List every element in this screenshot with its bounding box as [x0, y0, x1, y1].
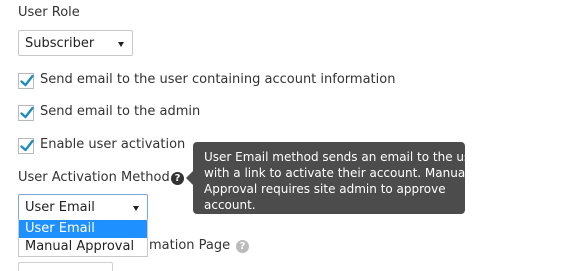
send-admin-email-checkbox[interactable]	[18, 105, 34, 121]
send-admin-email-label: Send email to the admin	[40, 104, 201, 119]
confirmation-page-label: mation Page	[149, 238, 231, 253]
caret-down-icon	[133, 206, 139, 211]
enable-user-activation-label: Enable user activation	[40, 137, 186, 152]
activation-method-options: User Email Manual Approval	[18, 219, 148, 257]
send-user-email-label: Send email to the user containing accoun…	[40, 72, 396, 87]
activation-method-select[interactable]: User Email	[18, 194, 148, 220]
send-user-email-checkbox[interactable]	[18, 73, 34, 89]
user-role-label: User Role	[18, 5, 80, 20]
option-user-email[interactable]: User Email	[19, 220, 147, 238]
question-circle-icon[interactable]: ?	[236, 240, 249, 253]
checkmark-icon	[20, 74, 34, 87]
checkmark-icon	[20, 106, 34, 119]
enable-user-activation-checkbox[interactable]	[18, 138, 34, 154]
user-role-select[interactable]: Subscriber	[18, 30, 133, 56]
tooltip-line: Approval requires site admin to approve	[204, 182, 446, 196]
activation-method-tooltip: User Email method sends an email to the …	[186, 142, 483, 214]
tooltip-arrow	[186, 171, 193, 185]
tooltip-line: User Email method sends an email to the …	[204, 150, 483, 164]
tooltip-line: with a link to activate their account. M…	[204, 166, 469, 180]
activation-method-select-value: User Email	[25, 200, 95, 215]
question-circle-icon[interactable]: ?	[171, 172, 184, 185]
user-activation-method-label: User Activation Method	[18, 170, 170, 185]
caret-down-icon	[118, 42, 124, 47]
confirmation-page-select[interactable]	[18, 262, 113, 271]
option-manual-approval[interactable]: Manual Approval	[19, 238, 147, 256]
tooltip-line: account.	[204, 198, 256, 212]
checkmark-icon	[20, 139, 34, 152]
user-role-select-value: Subscriber	[25, 36, 95, 51]
